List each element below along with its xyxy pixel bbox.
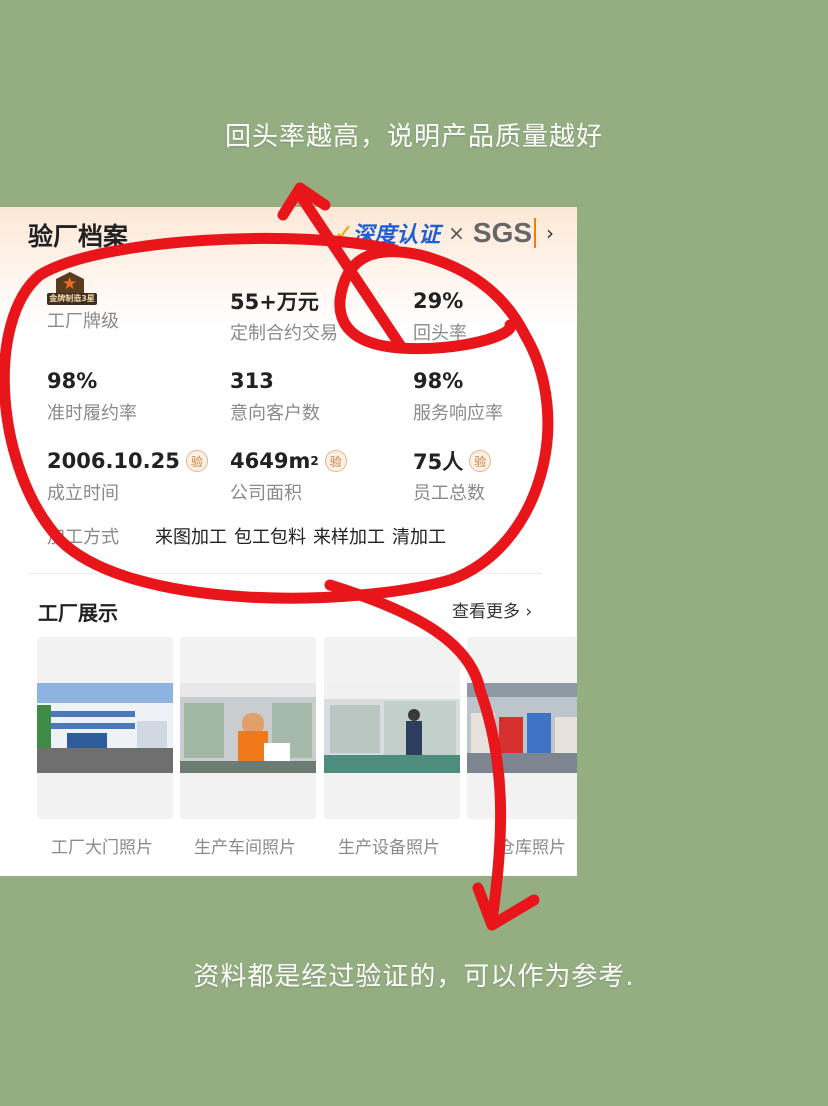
caption-top: 回头率越高，说明产品质量越好 xyxy=(224,122,603,152)
card-title: 验厂档案 xyxy=(28,222,129,251)
stat-response-rate: 98% 服务响应率 xyxy=(413,367,503,425)
stat-label: 准时履约率 xyxy=(47,403,137,424)
cert-divider xyxy=(534,218,537,248)
stat-label: 成立时间 xyxy=(47,483,119,504)
gold-medal-icon: ★ 金牌制造3星 xyxy=(47,272,97,306)
verified-badge: 验 xyxy=(185,450,208,472)
stat-company-area: 4649m 2 验 公司面积 xyxy=(230,447,347,505)
showcase-title: 工厂展示 xyxy=(38,601,118,625)
stat-value: 4649m xyxy=(230,449,311,473)
warehouse-image xyxy=(467,683,577,773)
photo-label: 生产车间照片 xyxy=(194,838,296,858)
processing-option: 包工包料 xyxy=(234,527,306,548)
stat-founded-date: 2006.10.25 验 成立时间 xyxy=(47,447,208,505)
stat-ontime-rate: 98% 准时履约率 xyxy=(47,367,137,425)
stat-value: 313 xyxy=(230,369,274,393)
chevron-right-icon: › xyxy=(546,221,555,245)
photo-equipment[interactable] xyxy=(324,637,460,819)
verified-badge: 验 xyxy=(324,450,347,472)
processing-methods: 加工方式 来图加工 包工包料 来样加工 清加工 xyxy=(47,523,453,549)
factory-gate-image xyxy=(37,683,173,773)
stat-value-superscript: 2 xyxy=(310,454,319,468)
stat-label: 服务响应率 xyxy=(413,403,503,424)
stat-intent-customers: 313 意向客户数 xyxy=(230,367,320,425)
view-more-link[interactable]: 查看更多 › xyxy=(452,597,532,622)
stat-label: 公司面积 xyxy=(230,483,302,504)
medal-badge-text: 金牌制造3星 xyxy=(47,293,97,305)
cert-brand: 深度认证 xyxy=(352,223,441,248)
stat-value: 75人 xyxy=(413,450,464,474)
photo-label: 生产设备照片 xyxy=(338,838,440,858)
stat-contract-volume: 55+万元 定制合约交易 xyxy=(230,287,338,345)
verified-badge: 验 xyxy=(469,450,492,472)
cert-separator: × xyxy=(448,221,465,245)
stat-label: 意向客户数 xyxy=(230,403,320,424)
check-icon: ✓ xyxy=(334,219,355,247)
processing-option: 清加工 xyxy=(392,527,446,548)
stat-label: 工厂牌级 xyxy=(47,311,119,332)
stat-repeat-rate: 29% 回头率 xyxy=(413,287,467,345)
stat-label: 回头率 xyxy=(413,323,467,344)
equipment-image xyxy=(324,683,460,773)
processing-label: 加工方式 xyxy=(47,527,119,548)
caption-bottom: 资料都是经过验证的，可以作为参考. xyxy=(193,962,635,992)
divider xyxy=(28,573,542,574)
stat-employee-count: 75人验 员工总数 xyxy=(413,447,492,505)
factory-profile-card: 验厂档案 ✓ 深度认证 × SGS › ★ 金牌制造3星 工厂牌级 55+万元 … xyxy=(0,207,577,876)
photo-factory-gate[interactable] xyxy=(37,637,173,819)
stat-value: 29% xyxy=(413,289,464,313)
stat-label: 员工总数 xyxy=(413,483,485,504)
stat-value: 2006.10.25 xyxy=(47,449,180,473)
photo-warehouse[interactable] xyxy=(467,637,577,819)
certification-link[interactable]: ✓ 深度认证 × SGS › xyxy=(334,217,554,249)
stat-label: 定制合约交易 xyxy=(230,323,338,344)
sgs-logo: SGS xyxy=(472,217,533,248)
processing-option: 来样加工 xyxy=(313,527,385,548)
stat-value: 55+万元 xyxy=(230,290,319,314)
chevron-right-icon: › xyxy=(525,602,533,622)
photo-label: 工厂大门照片 xyxy=(51,838,153,858)
view-more-label: 查看更多 xyxy=(452,602,520,622)
processing-option: 来图加工 xyxy=(155,527,227,548)
workshop-image xyxy=(180,683,316,773)
stat-value: 98% xyxy=(47,369,98,393)
photo-label: 仓库照片 xyxy=(498,838,566,858)
photo-workshop[interactable] xyxy=(180,637,316,819)
stat-value: 98% xyxy=(413,369,464,393)
stat-factory-level: ★ 金牌制造3星 工厂牌级 xyxy=(47,272,119,333)
